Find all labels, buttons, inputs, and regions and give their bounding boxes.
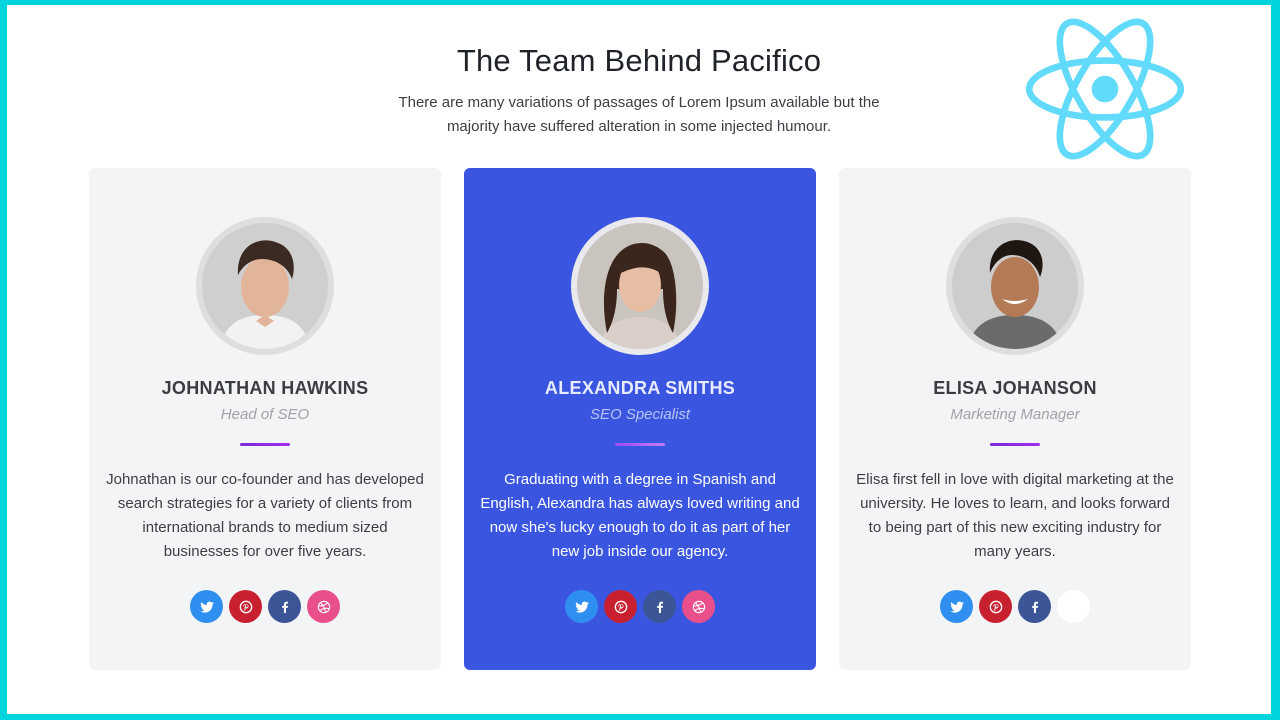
twitter-icon: [574, 601, 589, 613]
member-role: Head of SEO: [220, 406, 310, 423]
avatar: [571, 217, 709, 355]
page-frame: The Team Behind Pacifico There are many …: [7, 5, 1271, 714]
facebook-icon: [281, 601, 288, 613]
member-bio: Johnathan is our co-founder and has deve…: [106, 471, 424, 560]
team-cards: JOHNATHAN HAWKINS Head of SEO Johnathan …: [89, 168, 1191, 670]
facebook-icon: [656, 601, 663, 613]
dribbble-icon: [317, 600, 330, 613]
social-links: [464, 590, 816, 623]
member-name: ALEXANDRA SMITHS: [544, 378, 736, 398]
member-name: ELISA JOHANSON: [933, 378, 1097, 398]
twitter-icon: [199, 601, 214, 613]
team-card-johnathan: JOHNATHAN HAWKINS Head of SEO Johnathan …: [89, 168, 441, 670]
pinterest-link[interactable]: [979, 590, 1012, 623]
social-links: [839, 590, 1191, 623]
dribbble-link[interactable]: [307, 590, 340, 623]
divider: [615, 443, 665, 446]
team-card-alexandra: ALEXANDRA SMITHS SEO Specialist Graduati…: [464, 168, 816, 670]
dribbble-link[interactable]: [682, 590, 715, 623]
twitter-link[interactable]: [565, 590, 598, 623]
facebook-link[interactable]: [268, 590, 301, 623]
avatar: [196, 217, 334, 355]
pinterest-link[interactable]: [229, 590, 262, 623]
member-name: JOHNATHAN HAWKINS: [161, 378, 369, 398]
section-header: The Team Behind Pacifico There are many …: [7, 43, 1271, 139]
member-bio: Elisa first fell in love with digital ma…: [856, 471, 1174, 560]
divider: [240, 443, 290, 446]
facebook-link[interactable]: [643, 590, 676, 623]
twitter-icon: [949, 601, 964, 613]
twitter-link[interactable]: [190, 590, 223, 623]
divider: [990, 443, 1040, 446]
dribbble-icon: [692, 600, 705, 613]
facebook-link[interactable]: [1018, 590, 1051, 623]
avatar: [946, 217, 1084, 355]
page-subtitle: There are many variations of passages of…: [398, 94, 880, 135]
pinterest-icon: [989, 600, 1002, 613]
avatar-image: [952, 223, 1078, 349]
avatar-image: [577, 223, 703, 349]
member-role: SEO Specialist: [589, 406, 691, 423]
blank-social-link[interactable]: [1057, 590, 1090, 623]
pinterest-icon: [239, 600, 252, 613]
avatar-image: [202, 223, 328, 349]
member-role: Marketing Manager: [950, 406, 1080, 423]
member-bio: Graduating with a degree in Spanish and …: [480, 471, 800, 560]
team-card-elisa: ELISA JOHANSON Marketing Manager Elisa f…: [839, 168, 1191, 670]
pinterest-icon: [614, 600, 627, 613]
facebook-icon: [1031, 601, 1038, 613]
social-links: [89, 590, 441, 623]
pinterest-link[interactable]: [604, 590, 637, 623]
twitter-link[interactable]: [940, 590, 973, 623]
page-title: The Team Behind Pacifico: [456, 43, 822, 78]
